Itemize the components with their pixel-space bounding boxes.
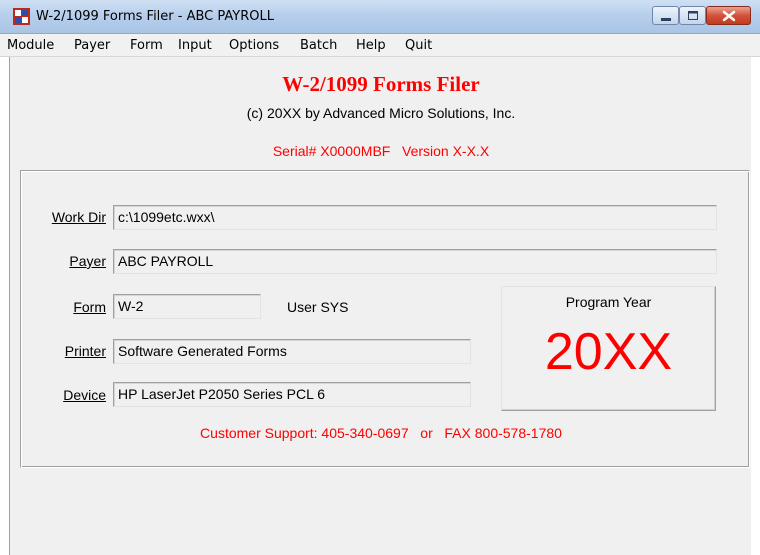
- copyright-text: (c) 20XX by Advanced Micro Solutions, In…: [246, 105, 516, 121]
- payer-field[interactable]: ABC PAYROLL: [113, 249, 717, 274]
- maximize-button[interactable]: [679, 6, 706, 25]
- minimize-icon: [661, 18, 671, 21]
- menu-bar: Module Payer Form Input Options Batch He…: [0, 34, 760, 57]
- serial-version: Serial# X0000MBF Version X-X.X: [272, 143, 490, 159]
- program-year-label: Program Year: [565, 294, 652, 310]
- work-dir-field[interactable]: c:\1099etc.wxx\: [113, 205, 717, 230]
- printer-field[interactable]: Software Generated Forms: [113, 339, 471, 364]
- menu-payer[interactable]: Payer: [74, 38, 110, 53]
- menu-batch[interactable]: Batch: [300, 38, 337, 53]
- title-bar[interactable]: W-2/1099 Forms Filer - ABC PAYROLL: [0, 0, 760, 34]
- customer-support-text: Customer Support: 405-340-0697 or FAX 80…: [200, 425, 562, 441]
- payer-label[interactable]: Payer: [32, 253, 106, 269]
- close-button[interactable]: [706, 6, 751, 25]
- window-title: W-2/1099 Forms Filer - ABC PAYROLL: [36, 9, 274, 24]
- minimize-button[interactable]: [652, 6, 679, 25]
- app-title: W-2/1099 Forms Filer: [282, 72, 480, 96]
- close-icon: [722, 10, 736, 22]
- program-year-value: 20XX: [544, 323, 673, 381]
- printer-label[interactable]: Printer: [32, 343, 106, 359]
- menu-options[interactable]: Options: [229, 38, 279, 53]
- program-year-panel: Program Year 20XX: [501, 286, 716, 411]
- main-panel: W-2/1099 Forms Filer (c) 20XX by Advance…: [9, 57, 751, 555]
- menu-input[interactable]: Input: [178, 38, 212, 53]
- form-label[interactable]: Form: [32, 299, 106, 315]
- device-label[interactable]: Device: [32, 387, 106, 403]
- menu-module[interactable]: Module: [7, 38, 54, 53]
- menu-quit[interactable]: Quit: [405, 38, 432, 53]
- app-icon[interactable]: [13, 8, 30, 25]
- form-field[interactable]: W-2: [113, 294, 261, 319]
- device-field[interactable]: HP LaserJet P2050 Series PCL 6: [113, 382, 471, 407]
- work-dir-label[interactable]: Work Dir: [32, 209, 106, 225]
- menu-form[interactable]: Form: [130, 38, 163, 53]
- menu-help[interactable]: Help: [356, 38, 386, 53]
- maximize-icon: [688, 11, 698, 20]
- user-label: User SYS: [287, 299, 349, 315]
